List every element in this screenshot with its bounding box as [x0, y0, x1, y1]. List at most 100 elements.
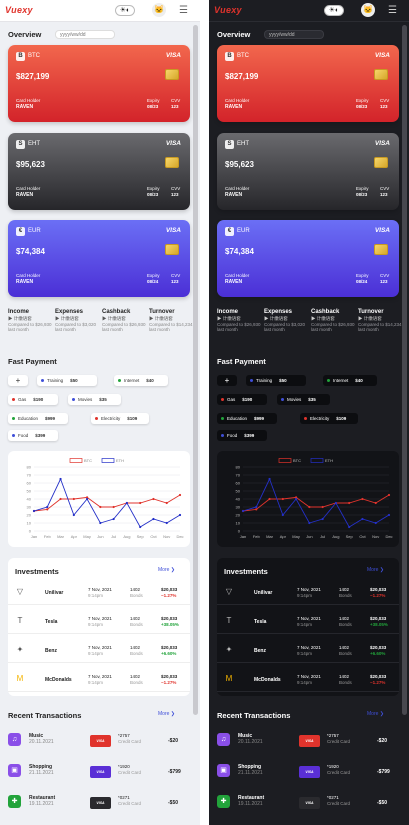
price-value: $20,033 — [161, 645, 178, 650]
fast-payment-movies[interactable]: Movies $35 — [277, 394, 330, 405]
music-icon: ♫ — [217, 733, 230, 746]
data-point-eth — [32, 509, 36, 513]
transaction-row[interactable]: ✚ Restaurant 19.11.2021 VISA *0271 Credit Car… — [217, 792, 399, 812]
y-tick-label: 30 — [236, 505, 241, 510]
investment-name: Benz — [254, 648, 266, 654]
fast-payment-training[interactable]: Training $50 — [246, 375, 306, 386]
line-chart: 80 70 60 50 40 30 20 10 0Jan Feb Mar Apr May Jun Jul Au… — [27, 458, 184, 539]
card-holder-name: RAVEN — [16, 278, 34, 285]
card-btc[interactable]: B BTC VISA $827,199 Card Holder RAVEN Expiry 08… — [217, 45, 399, 122]
transactions-more-link[interactable]: More ❯ — [158, 711, 175, 717]
investment-row[interactable]: T Tesla 7 Nov, 2021 9:14pm 1402 Bonds $20,033 +… — [8, 609, 190, 634]
investment-row[interactable]: ✦ Benz 7 Nov, 2021 9:14pm 1402 Bonds $20,033 +6… — [217, 638, 399, 663]
series-line-btc — [33, 494, 181, 512]
app-logo[interactable]: Vuexy — [5, 5, 33, 15]
line-chart: 80 70 60 50 40 30 20 10 0Jan Feb Mar Apr May Jun Jul Au… — [236, 458, 393, 539]
dot-icon — [12, 417, 15, 421]
visa-logo-icon: VISA — [165, 227, 181, 234]
avatar[interactable]: 🐱 — [361, 3, 375, 17]
investments-more-link[interactable]: More ❯ — [367, 567, 384, 573]
visa-card-icon: VISA — [299, 735, 320, 747]
card-eur[interactable]: € EUR VISA $74,384 Card Holder RAVEN Expiry 08/… — [217, 220, 399, 297]
currency-label: EHT — [28, 141, 40, 147]
investment-date: 7 Nov, 2021 9:14pm — [297, 645, 321, 656]
data-point-eth — [294, 497, 298, 501]
x-tick-label: Oct — [359, 534, 366, 539]
change-value: +6.60% — [370, 650, 386, 656]
fast-payment-training[interactable]: Training $50 — [37, 375, 97, 386]
investment-row[interactable]: T Tesla 7 Nov, 2021 9:14pm 1402 Bonds $20,033 +… — [217, 609, 399, 634]
stat-title: Cashback — [102, 309, 131, 315]
transaction-info: Shopping 21.11.2021 — [29, 764, 54, 776]
investment-date: 7 Nov, 2021 9:14pm — [88, 587, 112, 598]
investments-more-link[interactable]: More ❯ — [158, 567, 175, 573]
investment-row[interactable]: ✦ Benz 7 Nov, 2021 9:14pm 1402 Bonds $20,033 +6… — [8, 638, 190, 663]
expiry-value: 08/24 — [147, 278, 159, 284]
expiry-value: 08/23 — [147, 191, 159, 197]
investment-row[interactable]: M McDonalds 7 Nov, 2021 9:14pm 1402 Bonds $20,… — [8, 667, 190, 692]
scrollbar[interactable] — [402, 25, 407, 715]
scrollbar[interactable] — [193, 25, 198, 715]
fast-payment-food[interactable]: Food $399 — [217, 430, 267, 441]
investment-row[interactable]: ▽ Unilivar 7 Nov, 2021 9:14pm 1402 Bonds $20,0… — [217, 580, 399, 605]
card-eht[interactable]: S EHT VISA $95,623 Card Holder RAVEN Expiry 08/… — [8, 133, 190, 210]
stat-note: Compared to $3,020 last month — [55, 321, 97, 333]
card-holder: Card Holder RAVEN — [225, 186, 249, 198]
date-picker-input[interactable]: yyyy/ww/dd — [55, 30, 115, 39]
card-eur[interactable]: € EUR VISA $74,384 Card Holder RAVEN Expiry 08/… — [8, 220, 190, 297]
theme-toggle[interactable]: ☀◐ — [324, 5, 344, 16]
y-tick-label: 70 — [236, 473, 241, 478]
change-value: −1.27% — [370, 592, 386, 598]
investment-date: 7 Nov, 2021 9:14pm — [297, 587, 321, 598]
hamburger-menu-icon[interactable]: ☰ — [179, 5, 188, 16]
transaction-row[interactable]: ♫ Music 20.11.2021 VISA *2757 Credit Card -$20 — [8, 730, 190, 750]
card-btc[interactable]: B BTC VISA $827,199 Card Holder RAVEN Expiry 08… — [8, 45, 190, 122]
fast-payment-movies[interactable]: Movies $35 — [68, 394, 121, 405]
dot-icon — [281, 398, 284, 402]
fast-payment-internet[interactable]: Internet $40 — [114, 375, 168, 386]
card-eht[interactable]: S EHT VISA $95,623 Card Holder RAVEN Expiry 08/… — [217, 133, 399, 210]
app-logo[interactable]: Vuexy — [214, 5, 242, 15]
fast-payment-education[interactable]: Education $999 — [8, 413, 68, 424]
top-header: Vuexy ☀◐ 🐱 ☰ — [0, 0, 200, 22]
fast-payment-education[interactable]: Education $999 — [217, 413, 277, 424]
investment-row[interactable]: ▽ Unilivar 7 Nov, 2021 9:14pm 1402 Bonds $20,0… — [8, 580, 190, 605]
avatar[interactable]: 🐱 — [152, 3, 166, 17]
transaction-row[interactable]: ▣ Shopping 21.11.2021 VISA *1920 Credit Card -… — [217, 761, 399, 781]
card-amount: $74,384 — [16, 247, 45, 256]
benz-logo-icon: ✦ — [225, 645, 233, 654]
investment-qty: 1402 Bonds — [130, 674, 143, 685]
investment-name: Unilivar — [254, 590, 273, 596]
fast-payment-electricity[interactable]: Electricity $109 — [300, 413, 358, 424]
transaction-row[interactable]: ♫ Music 20.11.2021 VISA *2757 Credit Card -$20 — [217, 730, 399, 750]
transaction-row[interactable]: ▣ Shopping 21.11.2021 VISA *1920 Credit Card -… — [8, 761, 190, 781]
add-payment-button[interactable]: + — [8, 375, 28, 386]
fast-payment-internet[interactable]: Internet $40 — [323, 375, 377, 386]
transactions-more-link[interactable]: More ❯ — [367, 711, 384, 717]
fast-payment-gas[interactable]: Gas $190 — [217, 394, 267, 405]
cvv-value: 123 — [380, 191, 388, 197]
investment-row[interactable]: M McDonalds 7 Nov, 2021 9:14pm 1402 Bonds $20,… — [217, 667, 399, 692]
unilivar-logo-icon: ▽ — [225, 587, 233, 596]
hamburger-menu-icon[interactable]: ☰ — [388, 5, 397, 16]
y-tick-label: 20 — [236, 513, 241, 518]
x-tick-label: Mar — [57, 534, 65, 539]
currency-label: BTC — [237, 53, 249, 59]
data-point-eth — [178, 513, 182, 517]
theme-toggle[interactable]: ☀◐ — [115, 5, 135, 16]
investment-date: 7 Nov, 2021 9:14pm — [88, 645, 112, 656]
stat-expenses: Expenses ▶ 计缴语套 Compared to $3,020 last mo… — [264, 309, 309, 333]
add-payment-button[interactable]: + — [217, 375, 237, 386]
fast-payment-food[interactable]: Food $399 — [8, 430, 58, 441]
stat-income: Income ▶ 计缴语套 Compared to $26,930 last mon… — [217, 309, 262, 333]
data-point-btc — [348, 501, 351, 505]
stat-note: Compared to $3,020 last month — [264, 321, 306, 333]
cvv-value: 123 — [380, 103, 388, 109]
date-picker-input[interactable]: yyyy/ww/dd — [264, 30, 324, 39]
fast-payment-electricity[interactable]: Electricity $109 — [91, 413, 149, 424]
payment-amount: $50 — [70, 378, 78, 383]
data-point-eth — [139, 525, 142, 529]
transaction-row[interactable]: ✚ Restaurant 19.11.2021 VISA *0271 Credit Car… — [8, 792, 190, 812]
fast-payment-gas[interactable]: Gas $190 — [8, 394, 58, 405]
investment-qty: 1402 Bonds — [339, 616, 352, 627]
